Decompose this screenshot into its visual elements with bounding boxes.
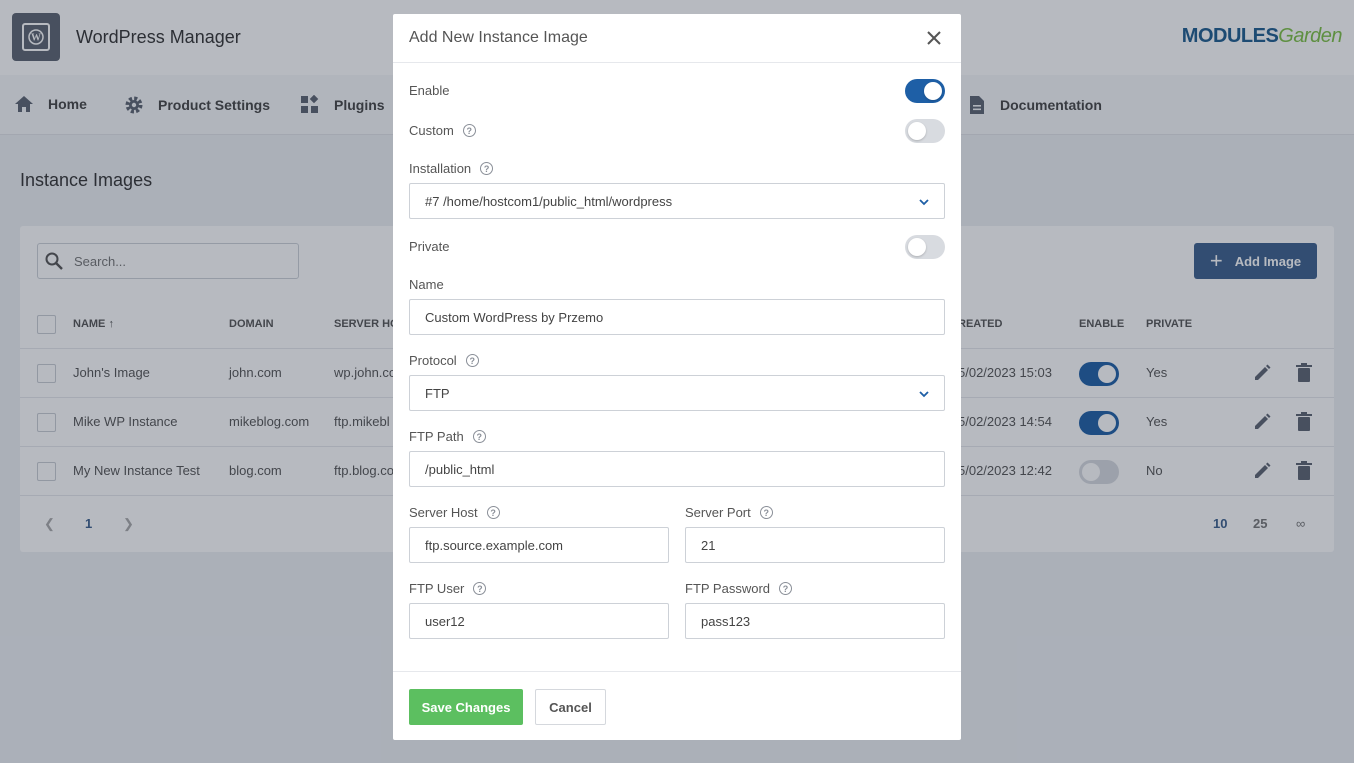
help-icon[interactable]: ? xyxy=(779,582,793,595)
ftp-path-field[interactable] xyxy=(425,461,944,477)
ftp-password-label-text: FTP Password xyxy=(685,581,771,596)
name-label-text: Name xyxy=(409,277,444,292)
add-instance-image-modal: Add New Instance Image Enable Custom? In… xyxy=(393,14,961,740)
server-host-label: Server Host? xyxy=(409,505,500,520)
toggle-knob xyxy=(908,122,926,140)
server-host-label-text: Server Host xyxy=(409,505,478,520)
enable-toggle[interactable] xyxy=(905,79,945,103)
ftp-password-label: FTP Password? xyxy=(685,581,793,596)
private-toggle[interactable] xyxy=(905,235,945,259)
custom-toggle[interactable] xyxy=(905,119,945,143)
save-changes-button[interactable]: Save Changes xyxy=(409,689,523,725)
name-field-wrapper xyxy=(409,299,945,335)
enable-label: Enable xyxy=(409,83,449,98)
ftp-user-label: FTP User? xyxy=(409,581,487,596)
installation-select-value: #7 /home/hostcom1/public_html/wordpress xyxy=(425,193,673,209)
cancel-button[interactable]: Cancel xyxy=(535,689,606,725)
modal-footer: Save Changes Cancel xyxy=(393,671,961,740)
installation-select[interactable]: #7 /home/hostcom1/public_html/wordpress xyxy=(409,183,945,219)
help-icon[interactable]: ? xyxy=(480,162,494,175)
help-icon[interactable]: ? xyxy=(465,354,479,367)
protocol-label-text: Protocol xyxy=(409,353,457,368)
ftp-path-field-wrapper xyxy=(409,451,945,487)
close-icon[interactable] xyxy=(925,29,943,47)
help-icon[interactable]: ? xyxy=(462,124,476,137)
ftp-user-label-text: FTP User xyxy=(409,581,465,596)
server-port-field-wrapper xyxy=(685,527,945,563)
server-host-field[interactable] xyxy=(425,537,668,553)
private-label: Private xyxy=(409,239,449,254)
help-icon[interactable]: ? xyxy=(759,506,773,519)
protocol-label: Protocol? xyxy=(409,353,479,368)
help-icon[interactable]: ? xyxy=(473,582,487,595)
enable-label-text: Enable xyxy=(409,83,450,98)
server-host-field-wrapper xyxy=(409,527,669,563)
server-port-label-text: Server Port xyxy=(685,505,751,520)
private-label-text: Private xyxy=(409,239,450,254)
ftp-user-field-wrapper xyxy=(409,603,669,639)
ftp-path-label: FTP Path? xyxy=(409,429,486,444)
chevron-down-icon xyxy=(919,199,929,206)
modal-title: Add New Instance Image xyxy=(409,29,588,46)
name-label: Name xyxy=(409,277,444,292)
protocol-select-value: FTP xyxy=(425,385,450,401)
installation-label-text: Installation xyxy=(409,161,472,176)
help-icon[interactable]: ? xyxy=(472,430,486,443)
protocol-select[interactable]: FTP xyxy=(409,375,945,411)
help-icon[interactable]: ? xyxy=(486,506,500,519)
custom-label-text: Custom xyxy=(409,123,454,138)
ftp-path-label-text: FTP Path xyxy=(409,429,464,444)
toggle-knob xyxy=(924,82,942,100)
ftp-password-field-wrapper xyxy=(685,603,945,639)
modal-header: Add New Instance Image xyxy=(393,14,961,63)
toggle-knob xyxy=(908,238,926,256)
custom-label: Custom? xyxy=(409,123,476,138)
server-port-label: Server Port? xyxy=(685,505,773,520)
name-field[interactable] xyxy=(425,309,944,325)
chevron-down-icon xyxy=(919,391,929,398)
server-port-field[interactable] xyxy=(701,537,944,553)
ftp-password-field[interactable] xyxy=(701,613,944,629)
installation-label: Installation? xyxy=(409,161,494,176)
ftp-user-field[interactable] xyxy=(425,613,668,629)
